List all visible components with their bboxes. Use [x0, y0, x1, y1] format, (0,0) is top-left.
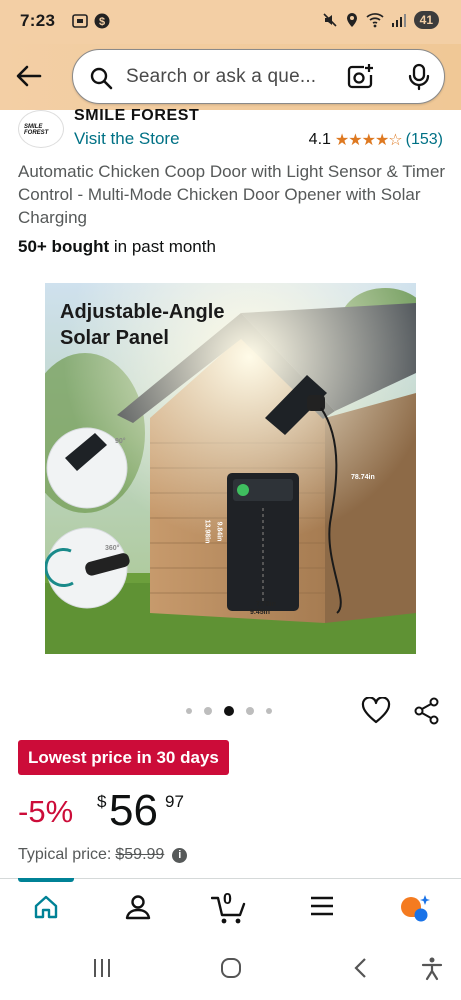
- search-bar[interactable]: Search or ask a que...: [72, 49, 445, 104]
- cable-length-label: 78.74in: [351, 474, 375, 481]
- status-right-icons: 41: [322, 11, 439, 29]
- nav-menu[interactable]: [302, 893, 342, 929]
- nav-home[interactable]: [26, 893, 66, 929]
- system-nav: [0, 939, 461, 1000]
- status-time: 7:23: [20, 11, 56, 30]
- product-image[interactable]: Adjustable-Angle Solar Panel 78.74in 13.…: [45, 283, 416, 654]
- carousel-dot[interactable]: [186, 708, 192, 714]
- battery-indicator: 41: [413, 11, 439, 29]
- rating-value: 4.1: [308, 131, 331, 148]
- store-name: SMILE FOREST: [74, 107, 200, 124]
- price-symbol: $: [97, 792, 107, 811]
- width-inner-label: 7.78in: [256, 601, 276, 608]
- nav-account[interactable]: [118, 893, 158, 929]
- status-left-icons: $: [71, 12, 111, 30]
- image-headline-line2: Solar Panel: [60, 327, 169, 349]
- discount-percent: -5%: [18, 794, 74, 829]
- rating-summary[interactable]: 4.1 ★★★★☆ (153): [309, 130, 443, 150]
- image-headline: Adjustable-Angle Solar Panel: [60, 299, 224, 351]
- wifi-icon: [366, 13, 384, 28]
- share-button[interactable]: [413, 697, 441, 730]
- visit-store-link[interactable]: Visit the Store: [74, 129, 180, 149]
- back-arrow-icon: [16, 65, 42, 87]
- typical-price-label: Typical price:: [18, 846, 112, 863]
- height-inner-label: 9.84in: [215, 521, 223, 542]
- bought-count-rest: in past month: [109, 237, 216, 256]
- camera-search-icon[interactable]: [346, 63, 374, 91]
- heart-icon: [361, 696, 391, 724]
- image-headline-line1: Adjustable-Angle: [60, 301, 225, 323]
- bottom-nav: 0: [0, 879, 461, 939]
- signal-icon: [391, 14, 406, 27]
- nav-rufus[interactable]: [394, 893, 434, 929]
- accessibility-icon[interactable]: [421, 957, 443, 981]
- price-whole: 56: [109, 786, 158, 835]
- info-icon[interactable]: i: [172, 847, 188, 863]
- back-system-icon[interactable]: [351, 957, 371, 979]
- search-input[interactable]: Search or ask a que...: [126, 66, 316, 88]
- rotation-angle-label: 360°: [105, 545, 120, 552]
- back-button[interactable]: [14, 61, 44, 91]
- typical-price: Typical price: $59.99 i: [18, 846, 188, 864]
- user-icon: [125, 895, 151, 920]
- rufus-assistant-icon: [401, 895, 430, 922]
- height-outer-label: 13.98in: [203, 519, 211, 544]
- search-header: Search or ask a que...: [0, 44, 461, 110]
- home-icon: [34, 895, 58, 919]
- s-app-icon: $: [94, 13, 110, 29]
- location-icon: [346, 13, 357, 27]
- cart-count: 0: [223, 891, 232, 908]
- typical-price-value: $59.99: [115, 846, 165, 863]
- rating-count[interactable]: (153): [406, 131, 443, 149]
- wishlist-button[interactable]: [361, 696, 391, 730]
- screenshot-icon: [72, 14, 88, 28]
- store-logo[interactable]: SMILE FOREST: [18, 110, 64, 148]
- recent-apps-icon[interactable]: [91, 957, 113, 979]
- carousel-dot-active[interactable]: [224, 706, 234, 716]
- status-bar: 7:23 $ 41: [0, 0, 461, 44]
- bought-count: 50+ bought in past month: [18, 237, 216, 257]
- carousel-dot[interactable]: [266, 708, 272, 714]
- carousel-dot[interactable]: [204, 707, 212, 715]
- price-fraction: 97: [165, 792, 184, 811]
- rating-stars: ★★★★☆: [334, 132, 403, 149]
- deal-badge: Lowest price in 30 days: [18, 740, 229, 775]
- store-logo-text: SMILE FOREST: [24, 124, 49, 136]
- width-outer-label: 9.45in: [250, 609, 270, 616]
- tilt-angle-label: 90°: [115, 438, 126, 445]
- carousel-dot[interactable]: [246, 707, 254, 715]
- svg-text:$: $: [99, 16, 105, 28]
- home-system-icon[interactable]: [220, 957, 242, 979]
- nav-active-indicator: [18, 878, 74, 882]
- nav-cart[interactable]: 0: [210, 891, 250, 929]
- bought-count-bold: 50+ bought: [18, 237, 110, 256]
- carousel-dots: [186, 706, 272, 716]
- microphone-icon[interactable]: [407, 63, 431, 91]
- product-title: Automatic Chicken Coop Door with Light S…: [18, 162, 446, 227]
- mute-icon: [323, 13, 337, 27]
- share-icon: [414, 697, 439, 725]
- search-icon: [90, 67, 113, 90]
- menu-icon: [311, 896, 333, 916]
- store-row: SMILE FOREST SMILE FOREST Visit the Stor…: [0, 107, 461, 154]
